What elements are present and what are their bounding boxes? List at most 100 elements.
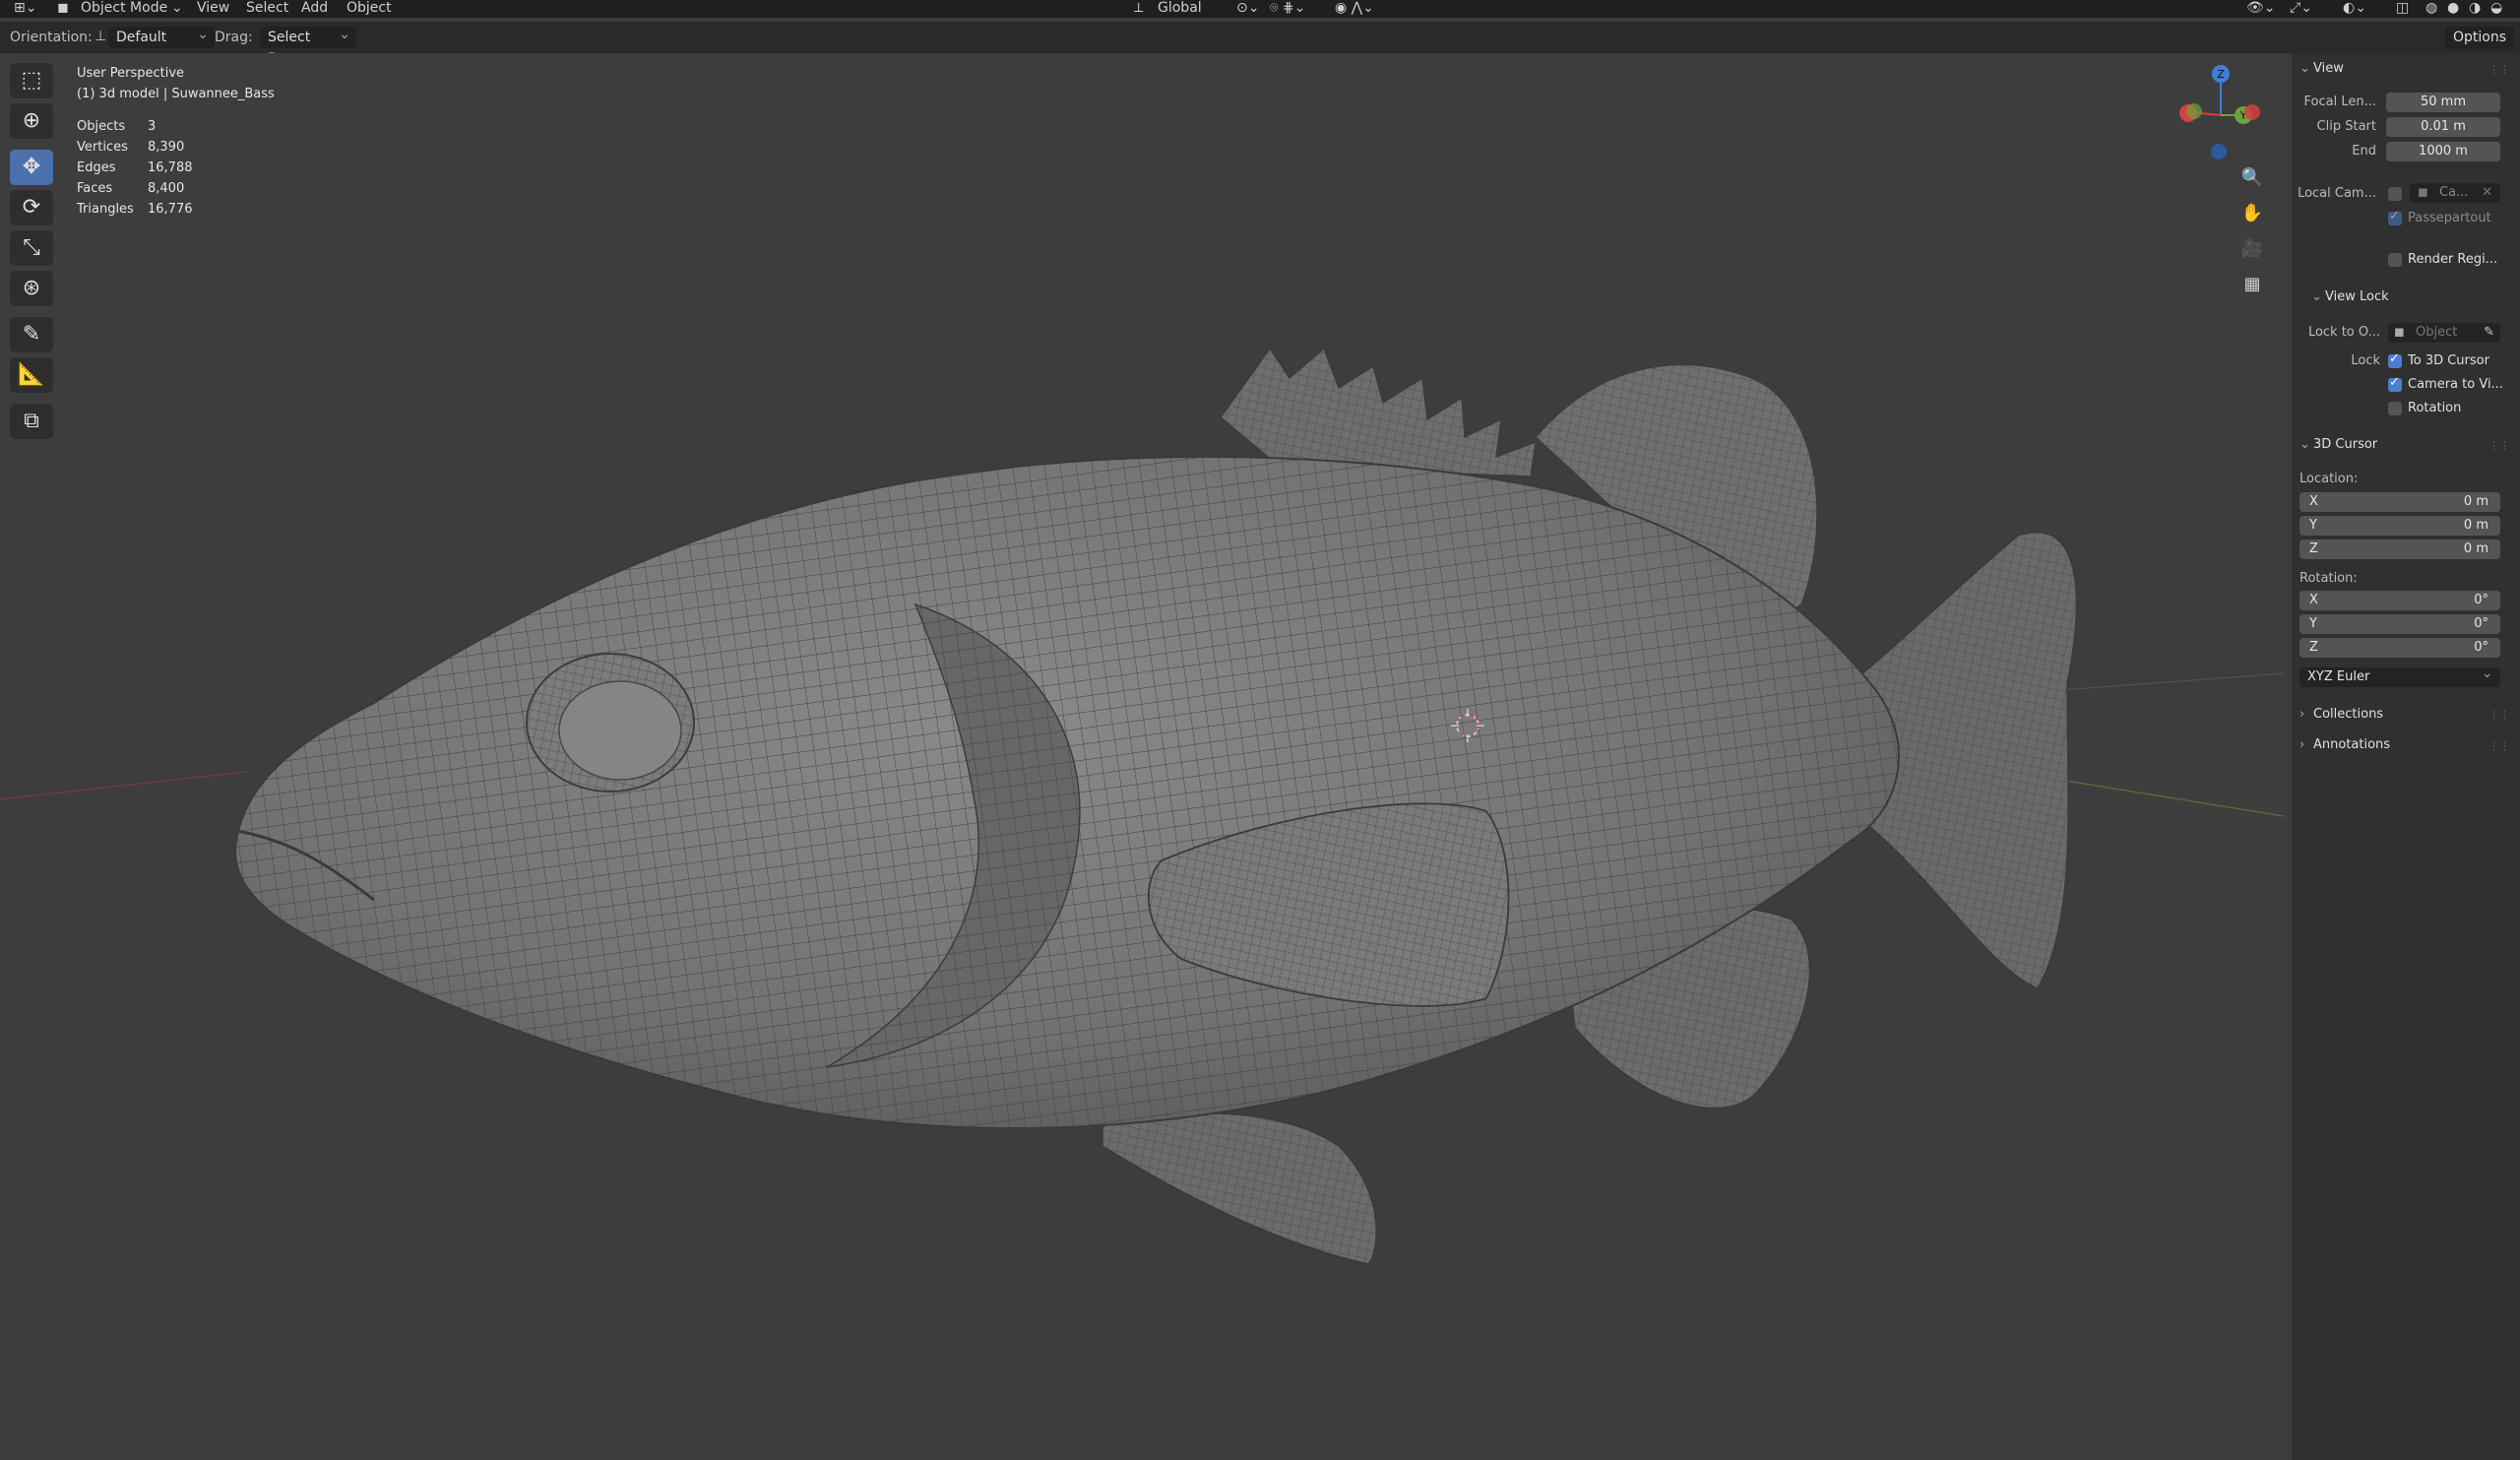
lock-rotation-label: Rotation (2408, 401, 2462, 415)
navigation-gizmo[interactable]: Z Y (2172, 61, 2280, 169)
perspective-grid-icon[interactable]: ▦ (2236, 270, 2269, 299)
render-region-label: Render Regi... (2408, 252, 2498, 267)
lock-to-3d-cursor-checkbox[interactable] (2388, 351, 2402, 368)
pivot-point-icon[interactable]: ⊙⌄ (1236, 0, 1259, 16)
mode-dropdown-chevron-icon[interactable]: ⌄ (171, 0, 183, 16)
lock-to-3d-cursor-label: To 3D Cursor (2408, 353, 2489, 368)
clear-icon[interactable]: ✕ (2482, 183, 2492, 203)
3d-viewport[interactable] (0, 53, 2284, 1460)
cursor-rotation-x-field[interactable]: X 0° (2300, 591, 2500, 610)
stat-row: Objects 3 (77, 116, 193, 137)
menu-view[interactable]: View (197, 0, 229, 16)
drag-grip-icon[interactable]: ⋮⋮ (2488, 439, 2510, 452)
chevron-right-icon: › (2300, 707, 2305, 722)
shading-rendered-icon[interactable]: ◒ (2490, 0, 2502, 16)
menu-add[interactable]: Add (301, 0, 328, 16)
stat-label: Triangles (77, 202, 134, 217)
menu-select[interactable]: Select (246, 0, 288, 16)
object-icon: ◼ (2394, 325, 2405, 340)
stat-value: 16,776 (148, 202, 193, 217)
annotations-section-header[interactable]: › Annotations (2300, 737, 2390, 752)
gizmo-neg-y-axis[interactable] (2186, 103, 2202, 119)
stat-value: 8,390 (148, 140, 185, 155)
cursor-rotation-z-field[interactable]: Z 0° (2300, 638, 2500, 658)
render-region-checkbox[interactable] (2388, 253, 2402, 267)
overlay-toggle-icon[interactable]: ◐⌄ (2343, 0, 2366, 16)
sidebar-n-panel: ⌄ View ⋮⋮ Focal Len... 50 mm Clip Start 0… (2292, 53, 2520, 1460)
transform-tool-icon[interactable]: ⊛ (10, 271, 53, 306)
pan-hand-icon[interactable]: ✋ (2236, 199, 2269, 228)
local-camera-label: Local Cam... (2298, 186, 2376, 201)
drag-grip-icon[interactable]: ⋮⋮ (2488, 63, 2510, 76)
passepartout-checkbox[interactable] (2388, 209, 2402, 225)
clip-end-label: End (2352, 144, 2376, 159)
eyedropper-icon[interactable]: ✎ (2484, 323, 2494, 343)
local-camera-checkbox[interactable] (2388, 187, 2402, 201)
move-tool-icon[interactable]: ✥ (10, 150, 53, 185)
cursor-rotation-label: Rotation: (2300, 571, 2358, 586)
proportional-editing-icon[interactable]: ◉ ⋀⌄ (1335, 0, 1374, 16)
stat-label: Faces (77, 181, 113, 196)
cursor-location-y-field[interactable]: Y0 m (2300, 516, 2500, 536)
visibility-icon[interactable]: 👁⌄ (2246, 0, 2276, 16)
orientation-label: Orientation: (10, 30, 93, 45)
viewport-canvas[interactable] (0, 53, 2284, 1460)
fish-model[interactable] (234, 347, 2078, 1265)
drag-dropdown[interactable]: Select Box (260, 24, 356, 67)
shading-material-icon[interactable]: ◑ (2469, 0, 2481, 16)
zoom-icon[interactable]: 🔍 (2236, 163, 2269, 193)
annotate-tool-icon[interactable]: ✎ (10, 317, 53, 352)
cursor-rotation-y-field[interactable]: Y 0° (2300, 614, 2500, 634)
shading-wireframe-icon[interactable]: ◍ (2426, 0, 2437, 16)
top-header-bar: ⊞⌄ ◼ Object Mode ⌄ View Select Add Objec… (0, 0, 2520, 18)
camera-icon: ◼ (2418, 185, 2428, 200)
gizmo-neg-x-axis[interactable] (2244, 104, 2260, 120)
stat-label: Vertices (77, 140, 128, 155)
x-axis-line (0, 771, 247, 800)
xray-toggle-icon[interactable]: ◫ (2396, 0, 2409, 16)
stat-value: 16,788 (148, 160, 193, 175)
measure-tool-icon[interactable]: 📐 (10, 357, 53, 393)
cursor-location-label: Location: (2300, 472, 2359, 486)
chevron-down-icon: ⌄ (2300, 61, 2310, 76)
snap-icon[interactable]: ⌾ ⋕⌄ (1270, 0, 1305, 16)
collections-section-header[interactable]: › Collections (2300, 707, 2383, 722)
options-button[interactable]: Options (2444, 27, 2514, 48)
lock-rotation-checkbox[interactable] (2388, 402, 2402, 415)
select-box-tool-icon[interactable]: ⬚ (10, 63, 53, 98)
clip-end-field[interactable]: 1000 m (2386, 142, 2500, 161)
gizmo-neg-z-axis[interactable] (2211, 144, 2227, 159)
lock-to-object-field[interactable]: ◼ Object ✎ (2388, 323, 2500, 343)
rotate-tool-icon[interactable]: ⟳ (10, 190, 53, 225)
editor-type-icon[interactable]: ⊞⌄ (14, 0, 36, 16)
stat-label: Objects (77, 119, 126, 134)
menu-object[interactable]: Object (346, 0, 392, 16)
rotation-mode-value: XYZ Euler (2307, 669, 2370, 684)
drag-grip-icon[interactable]: ⋮⋮ (2488, 709, 2510, 722)
orientation-dropdown[interactable]: Default (108, 24, 215, 48)
scene-statistics: Objects 3 Vertices 8,390 Edges 16,788 Faces… (77, 116, 193, 220)
orientation-icon: ⊥ (94, 29, 107, 44)
local-camera-field[interactable]: ◼ Ca... ✕ (2410, 183, 2500, 203)
cursor-location-z-field[interactable]: Z0 m (2300, 540, 2500, 559)
focal-length-field[interactable]: 50 mm (2386, 93, 2500, 112)
rotation-mode-dropdown[interactable]: XYZ Euler ⌄ (2300, 667, 2500, 687)
chevron-right-icon: › (2300, 737, 2305, 752)
transform-orientation-dropdown[interactable]: Global (1158, 0, 1202, 16)
view-section-header[interactable]: ⌄ View (2300, 61, 2344, 76)
object-mode-dropdown[interactable]: Object Mode (81, 0, 167, 16)
view-lock-section-header[interactable]: ⌄ View Lock (2311, 289, 2389, 304)
transform-orientation-icon: ⟂ (1134, 0, 1144, 16)
drag-grip-icon[interactable]: ⋮⋮ (2488, 739, 2510, 752)
cursor-location-x-field[interactable]: X0 m (2300, 492, 2500, 512)
clip-start-field[interactable]: 0.01 m (2386, 117, 2500, 137)
cursor-tool-icon[interactable]: ⊕ (10, 103, 53, 139)
3d-cursor-section-header[interactable]: ⌄ 3D Cursor (2300, 437, 2377, 452)
gizmo-toggle-icon[interactable]: ⤢⌄ (2290, 0, 2312, 16)
shading-solid-icon[interactable]: ● (2447, 0, 2459, 16)
camera-view-icon[interactable]: 🎥 (2236, 234, 2269, 264)
camera-to-view-checkbox[interactable] (2388, 375, 2402, 392)
add-cube-tool-icon[interactable]: ⧉ (10, 404, 53, 439)
scale-tool-icon[interactable]: ⤡ (10, 230, 53, 266)
chevron-down-icon: ⌄ (2482, 667, 2492, 681)
